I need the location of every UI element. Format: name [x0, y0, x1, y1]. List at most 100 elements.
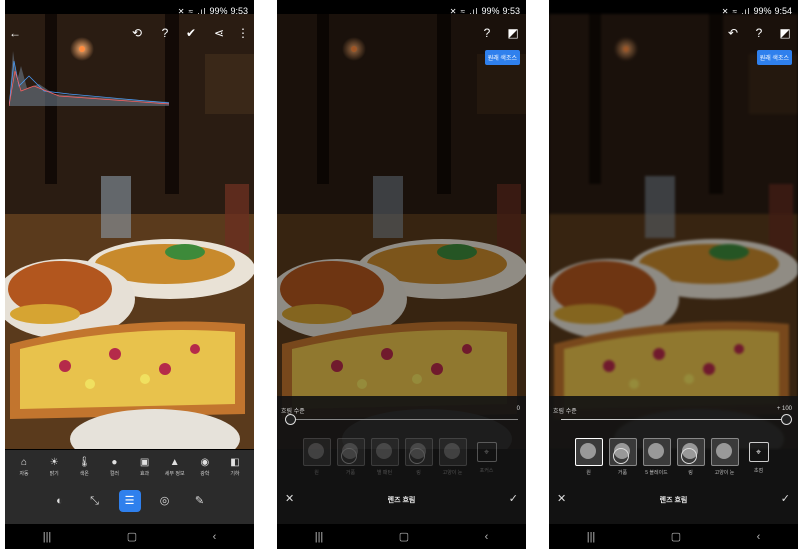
blade-shape-icon [370, 438, 399, 466]
blur-slider-track[interactable] [561, 419, 790, 420]
tool-label: 자동 [19, 471, 29, 477]
preset-bubble[interactable]: 거품 [608, 438, 637, 476]
preset-label: 링 [688, 470, 693, 476]
top-toolbar: ↶ ? ◩ [549, 24, 798, 44]
presets-mode-button[interactable]: ◐ [49, 490, 71, 512]
status-icons: ✕ ≈ .ıl [177, 6, 207, 16]
system-nav-bar: ||| ▢ ‹ [5, 524, 254, 549]
panel-title: 렌즈 흐림 [659, 497, 688, 504]
detail-icon: ▲ [169, 457, 180, 468]
heal-mode-button[interactable]: ✎ [189, 490, 211, 512]
tool-color[interactable]: ● 컬러 [103, 456, 125, 477]
confirm-check-icon[interactable]: ✓ [509, 492, 518, 505]
help-icon[interactable]: ? [479, 24, 495, 42]
dim-overlay [277, 14, 526, 449]
share-icon[interactable]: ⋖ [211, 24, 227, 42]
back-button[interactable]: ‹ [757, 531, 761, 543]
slider-label: 흐림 수준 [553, 409, 577, 415]
preset-ring[interactable]: 링 [404, 438, 433, 476]
lens-blur-panel: 흐림 수준 0 원 거품 별 패턴 링 고양이 눈 ⌖ 포커스 ✕ 렌즈 흐림 ✓ [277, 396, 526, 524]
home-button[interactable]: ▢ [399, 530, 409, 543]
tool-label: 밝기 [49, 471, 59, 477]
blur-shape-row: 원 거품 별 패턴 링 고양이 눈 ⌖ 포커스 [277, 438, 526, 476]
tool-label: 컬러 [109, 471, 120, 477]
clock: 9:53 [502, 6, 520, 16]
ring-shape-icon [676, 438, 705, 466]
focus-icon: ⌖ [746, 438, 772, 464]
blade-shape-icon [642, 438, 671, 466]
adjust-mode-button[interactable]: ☰ [118, 490, 141, 512]
circle-shape-icon [574, 438, 603, 466]
histogram [9, 51, 169, 106]
blur-slider-track[interactable] [289, 419, 518, 420]
recent-apps-button[interactable]: ||| [43, 531, 52, 543]
preset-circle[interactable]: 원 [574, 438, 603, 476]
blur-slider-thumb[interactable] [285, 414, 296, 425]
lens-blur-panel: 흐림 수준 + 100 원 거품 5 블레이드 링 고양이 눈 ⌖ 초점 ✕ 렌즈… [549, 396, 798, 524]
brightness-icon: ☀ [49, 457, 59, 468]
preset-cat-eye[interactable]: 고양이 눈 [438, 438, 467, 476]
preset-label: 원 [314, 470, 319, 476]
preset-ring[interactable]: 링 [676, 438, 705, 476]
selective-mode-button[interactable]: ◎ [154, 490, 176, 512]
preset-label: 고양이 눈 [714, 470, 735, 476]
tool-auto[interactable]: ⌂ 자동 [13, 456, 35, 477]
tool-brightness[interactable]: ☀ 밝기 [43, 456, 65, 477]
tool-label: 효과 [139, 471, 150, 477]
tool-effects[interactable]: ▣ 효과 [134, 456, 156, 477]
confirm-check-icon[interactable]: ✓ [781, 492, 790, 505]
blur-slider-thumb[interactable] [781, 414, 792, 425]
original-tone-badge[interactable]: 원래 색조스 [484, 50, 520, 65]
focus-button[interactable]: ⌖ 초점 [745, 438, 773, 476]
recent-apps-button[interactable]: ||| [315, 531, 324, 543]
blur-shape-row: 원 거품 5 블레이드 링 고양이 눈 ⌖ 초점 [549, 438, 798, 476]
selective-icon: ◎ [159, 495, 170, 507]
preset-bubble[interactable]: 거품 [336, 438, 365, 476]
back-arrow-icon[interactable]: ← [7, 24, 23, 42]
system-nav-bar: ||| ▢ ‹ [549, 524, 798, 549]
recent-apps-button[interactable]: ||| [587, 531, 596, 543]
preset-blade[interactable]: 별 패턴 [370, 438, 399, 476]
home-button[interactable]: ▢ [127, 530, 137, 543]
color-drop-icon: ● [111, 457, 118, 468]
compare-icon[interactable]: ◩ [777, 24, 793, 42]
preset-label: 원 [586, 470, 591, 476]
focus-button[interactable]: ⌖ 포커스 [473, 438, 501, 476]
tool-geometry[interactable]: ◧ 기하 [224, 456, 246, 477]
screen-lens-blur-max: ✕ ≈ .ıl 99% 9:54 ↶ ? ◩ 원래 색조스 흐림 수준 + 10… [549, 0, 798, 549]
status-icons: ✕ ≈ .ıl [449, 6, 479, 16]
focus-icon: ⌖ [474, 438, 500, 464]
back-button[interactable]: ‹ [485, 531, 489, 543]
done-check-icon[interactable]: ✔ [183, 24, 199, 42]
circle-shape-icon [302, 438, 331, 466]
preset-label: 초점 [753, 468, 764, 474]
undo-icon[interactable]: ↶ [725, 24, 741, 42]
back-button[interactable]: ‹ [213, 531, 217, 543]
help-icon[interactable]: ? [751, 24, 767, 42]
original-tone-badge[interactable]: 원래 색조스 [756, 50, 792, 65]
preset-cat-eye[interactable]: 고양이 눈 [710, 438, 739, 476]
status-bar: ✕ ≈ .ıl 99% 9:54 [549, 0, 798, 22]
more-menu-icon[interactable]: ⋮ [235, 24, 251, 42]
heal-icon: ✎ [194, 495, 205, 507]
ring-shape-icon [404, 438, 433, 466]
home-button[interactable]: ▢ [671, 530, 681, 543]
battery-level: 99% [753, 6, 772, 16]
optics-icon: ◉ [200, 457, 210, 468]
compare-icon[interactable]: ◩ [505, 24, 521, 42]
crop-mode-button[interactable]: ⤡ [84, 490, 106, 512]
tool-label: 색온 [79, 471, 89, 477]
history-icon[interactable]: ⟲ [129, 24, 145, 42]
bubble-shape-icon [608, 438, 637, 466]
preset-blade[interactable]: 5 블레이드 [642, 438, 671, 476]
tool-label: 광학 [200, 471, 210, 477]
slider-value: 0 [516, 406, 520, 412]
preset-circle[interactable]: 원 [302, 438, 331, 476]
tool-optics[interactable]: ◉ 광학 [194, 456, 216, 477]
dim-overlay [549, 14, 798, 449]
tool-temperature[interactable]: 🌡︎ 색온 [73, 456, 95, 477]
tool-detail[interactable]: ▲ 세부 정보 [164, 456, 186, 477]
help-icon[interactable]: ? [157, 24, 173, 42]
photo-canvas[interactable] [277, 14, 526, 449]
photo-canvas[interactable] [549, 14, 798, 449]
